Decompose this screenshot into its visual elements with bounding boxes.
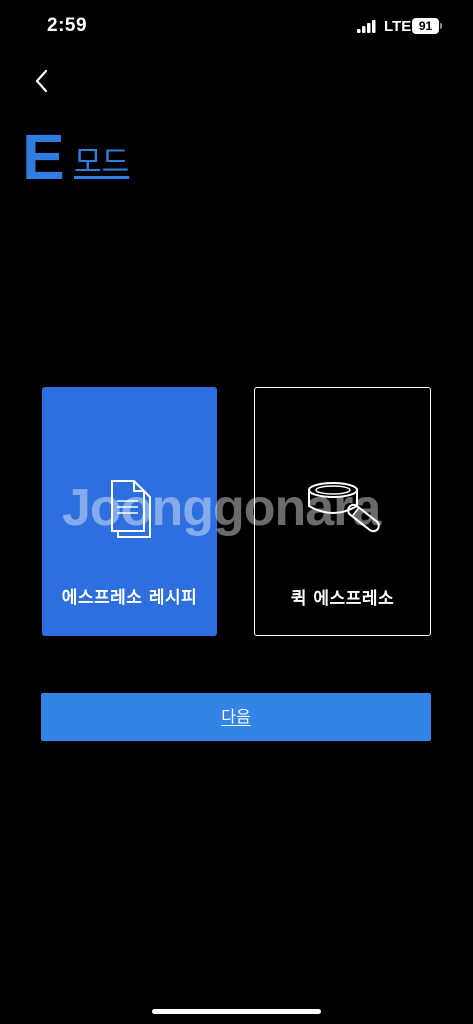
battery-icon: 91	[412, 18, 439, 34]
status-bar: 2:59 LTE 91	[0, 0, 473, 54]
next-button[interactable]: 다음	[41, 693, 431, 741]
portafilter-icon	[307, 482, 380, 533]
document-stack-icon	[110, 480, 151, 538]
quick-espresso-label: 퀵 에스프레소	[290, 589, 395, 609]
mode-letter: E	[22, 121, 65, 193]
signal-strength-icon	[357, 20, 376, 33]
espresso-recipe-label: 에스프레소 레시피	[61, 588, 198, 608]
quick-espresso-card[interactable]: 퀵 에스프레소	[254, 387, 431, 636]
back-button[interactable]	[28, 66, 58, 96]
mode-word: 모드	[74, 145, 130, 180]
network-type: LTE	[384, 18, 412, 35]
chevron-left-icon	[35, 69, 48, 93]
battery-level: 91	[418, 19, 433, 33]
status-time: 2:59	[47, 15, 88, 36]
battery-tip	[440, 23, 442, 29]
espresso-recipe-card[interactable]: 에스프레소 레시피	[42, 387, 217, 636]
home-indicator	[152, 1009, 321, 1014]
